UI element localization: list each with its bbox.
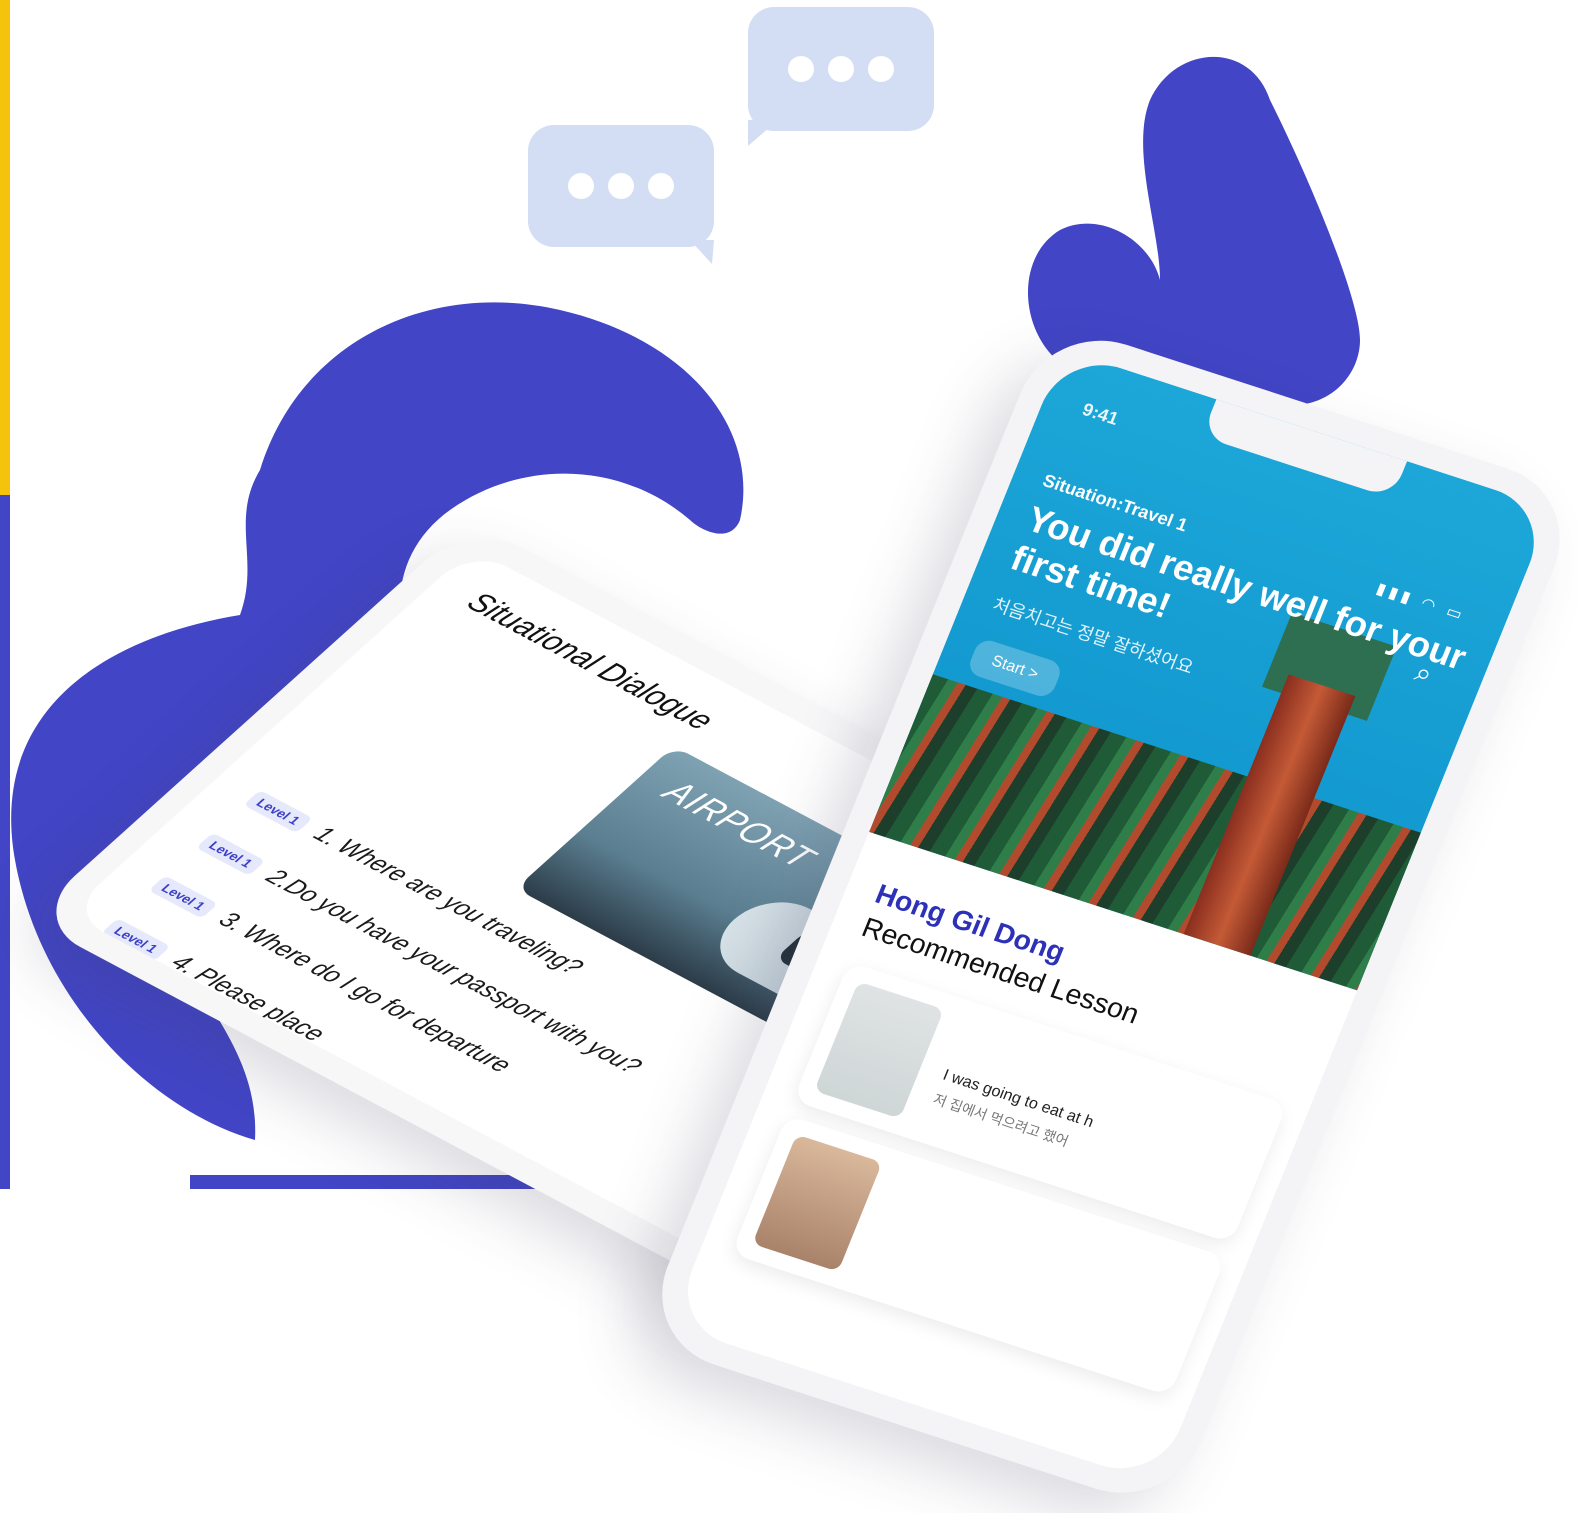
level-badge: Level 1: [243, 789, 314, 833]
chat-bubble-right: [748, 7, 934, 131]
chat-bubble-right-tail: [748, 120, 778, 146]
chat-bubble-left: [528, 125, 714, 247]
ellipsis-icon: [868, 56, 894, 82]
level-badge: Level 1: [196, 832, 267, 876]
lesson-thumbnail: [814, 981, 945, 1119]
card-label: AIRPORT: [654, 774, 824, 876]
level-badge: Level 1: [148, 875, 219, 919]
chat-bubble-left-tail: [690, 240, 714, 264]
lesson-thumbnail: [752, 1134, 883, 1272]
level-badge: Level 1: [101, 917, 172, 961]
status-time: 9:41: [1079, 399, 1122, 429]
ellipsis-icon: [608, 173, 634, 199]
ellipsis-icon: [788, 56, 814, 82]
ellipsis-icon: [648, 173, 674, 199]
ellipsis-icon: [828, 56, 854, 82]
ellipsis-icon: [568, 173, 594, 199]
